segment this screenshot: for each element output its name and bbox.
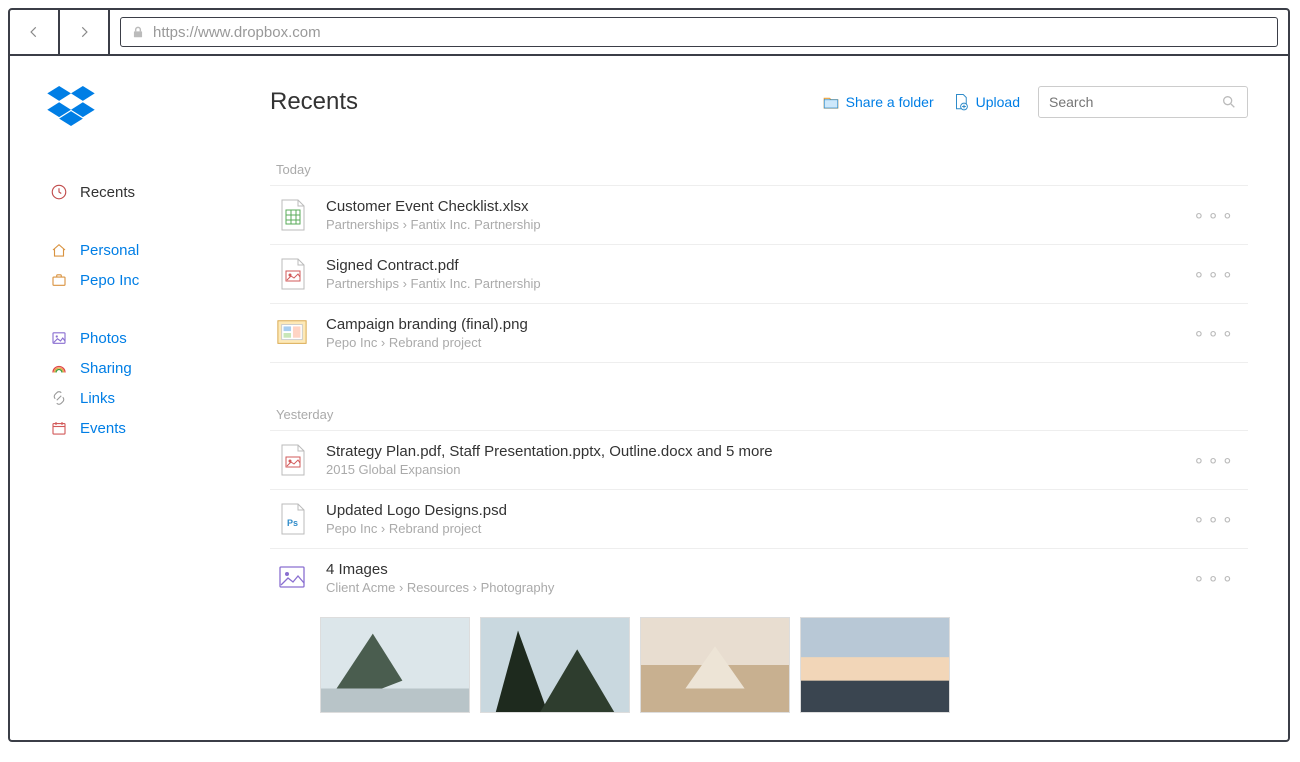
svg-text:Ps: Ps (287, 518, 298, 528)
sidebar-item-label: Events (80, 420, 126, 437)
share-folder-icon (822, 93, 840, 111)
file-path: Client Acme › Resources › Photography (326, 580, 1169, 595)
url-text: https://www.dropbox.com (153, 24, 321, 41)
thumbnail[interactable] (320, 617, 470, 713)
sidebar: Recents Personal Pepo Inc Photos Sharing Link… (10, 56, 270, 740)
section-label: Yesterday (276, 407, 1248, 422)
address-bar[interactable]: https://www.dropbox.com (120, 17, 1278, 47)
file-row[interactable]: Ps Updated Logo Designs.psd Pepo Inc › Reb… (270, 489, 1248, 548)
file-type-icon (276, 561, 308, 595)
file-name: Campaign branding (final).png (326, 316, 1169, 333)
lock-icon (131, 25, 145, 39)
sidebar-item-pepo-inc[interactable]: Pepo Inc (50, 265, 270, 295)
upload-button[interactable]: Upload (952, 93, 1020, 111)
share-folder-label: Share a folder (846, 94, 934, 110)
briefcase-icon (50, 271, 68, 289)
file-path: Partnerships › Fantix Inc. Partnership (326, 276, 1169, 291)
sidebar-item-label: Sharing (80, 360, 132, 377)
sidebar-item-personal[interactable]: Personal (50, 235, 270, 265)
home-icon (50, 241, 68, 259)
page-title: Recents (270, 88, 358, 116)
clock-icon (50, 183, 68, 201)
calendar-icon (50, 419, 68, 437)
sidebar-item-label: Pepo Inc (80, 272, 139, 289)
sidebar-item-label: Recents (80, 184, 135, 201)
image-icon (50, 329, 68, 347)
file-name: Strategy Plan.pdf, Staff Presentation.pp… (326, 443, 1169, 460)
section-label: Today (276, 162, 1248, 177)
more-actions-button[interactable]: ∘∘∘ (1187, 323, 1242, 344)
page-header: Recents Share a folder Upload (270, 86, 1248, 118)
file-name: Customer Event Checklist.xlsx (326, 198, 1169, 215)
file-row[interactable]: Campaign branding (final).png Pepo Inc › … (270, 303, 1248, 363)
more-actions-button[interactable]: ∘∘∘ (1187, 205, 1242, 226)
file-type-icon (276, 198, 308, 232)
address-bar-wrap: https://www.dropbox.com (110, 10, 1288, 54)
sidebar-item-label: Photos (80, 330, 127, 347)
search-box[interactable] (1038, 86, 1248, 118)
more-actions-button[interactable]: ∘∘∘ (1187, 264, 1242, 285)
sidebar-item-events[interactable]: Events (50, 413, 270, 443)
file-name: 4 Images (326, 561, 1169, 578)
upload-icon (952, 93, 970, 111)
sidebar-item-label: Links (80, 390, 115, 407)
more-actions-button[interactable]: ∘∘∘ (1187, 509, 1242, 530)
file-name: Signed Contract.pdf (326, 257, 1169, 274)
file-row[interactable]: Signed Contract.pdf Partnerships › Fantix… (270, 244, 1248, 303)
file-type-icon (276, 443, 308, 477)
link-icon (50, 389, 68, 407)
browser-frame: https://www.dropbox.com Recents Personal P… (8, 8, 1290, 742)
dropbox-logo[interactable] (47, 86, 95, 126)
thumbnail[interactable] (480, 617, 630, 713)
upload-label: Upload (976, 94, 1020, 110)
file-type-icon (276, 316, 308, 350)
file-path: Pepo Inc › Rebrand project (326, 335, 1169, 350)
browser-bar: https://www.dropbox.com (10, 10, 1288, 56)
thumbnail[interactable] (640, 617, 790, 713)
file-path: Partnerships › Fantix Inc. Partnership (326, 217, 1169, 232)
nav-forward-button[interactable] (60, 10, 110, 54)
section-yesterday: Yesterday Strategy Plan.pdf, Staff Presen… (270, 407, 1248, 713)
thumbnail-strip (320, 617, 1248, 713)
sidebar-item-sharing[interactable]: Sharing (50, 353, 270, 383)
file-type-icon (276, 257, 308, 291)
search-input[interactable] (1049, 94, 1209, 110)
sidebar-item-links[interactable]: Links (50, 383, 270, 413)
chevron-left-icon (27, 25, 41, 39)
rainbow-icon (50, 359, 68, 377)
file-path: 2015 Global Expansion (326, 462, 1169, 477)
content: Recents Personal Pepo Inc Photos Sharing Link… (10, 56, 1288, 740)
file-row[interactable]: Strategy Plan.pdf, Staff Presentation.pp… (270, 430, 1248, 489)
sidebar-item-label: Personal (80, 242, 139, 259)
nav-back-button[interactable] (10, 10, 60, 54)
file-row[interactable]: Customer Event Checklist.xlsx Partnership… (270, 185, 1248, 244)
search-icon (1221, 94, 1237, 110)
file-type-icon: Ps (276, 502, 308, 536)
file-row[interactable]: 4 Images Client Acme › Resources › Photog… (270, 548, 1248, 607)
more-actions-button[interactable]: ∘∘∘ (1187, 450, 1242, 471)
file-name: Updated Logo Designs.psd (326, 502, 1169, 519)
more-actions-button[interactable]: ∘∘∘ (1187, 568, 1242, 589)
section-today: Today Customer Event Checklist.xlsx Partne… (270, 162, 1248, 363)
sidebar-item-recents[interactable]: Recents (50, 177, 270, 207)
chevron-right-icon (77, 25, 91, 39)
sidebar-item-photos[interactable]: Photos (50, 323, 270, 353)
file-path: Pepo Inc › Rebrand project (326, 521, 1169, 536)
thumbnail[interactable] (800, 617, 950, 713)
main: Recents Share a folder Upload Today Custo… (270, 56, 1288, 740)
share-folder-button[interactable]: Share a folder (822, 93, 934, 111)
